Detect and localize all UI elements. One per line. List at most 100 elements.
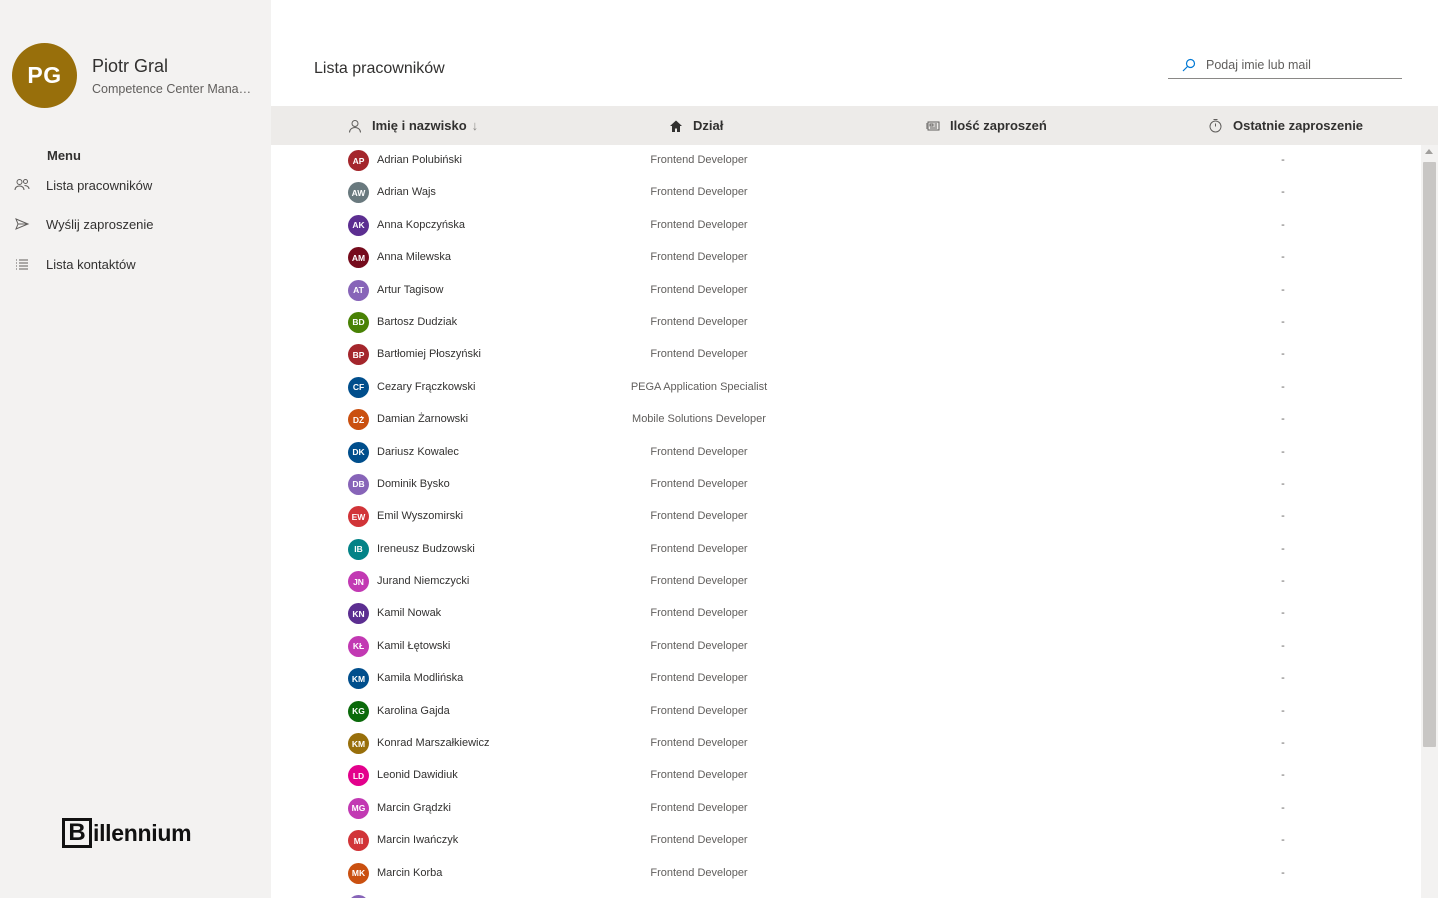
employee-department: Frontend Developer xyxy=(650,315,748,328)
column-header-last-invite[interactable]: Ostatnie zaproszenie xyxy=(1208,106,1363,145)
table-row[interactable]: DK Dariusz Kowalec Frontend Developer - xyxy=(271,437,1421,469)
table-row[interactable]: CF Cezary Frączkowski PEGA Application Spe… xyxy=(271,372,1421,404)
sidebar-item-lista-pracownikow[interactable]: Lista pracowników xyxy=(0,170,271,200)
sidebar-item-lista-kontaktow[interactable]: Lista kontaktów xyxy=(0,249,271,279)
table-row[interactable]: KŁ Kamil Łętowski Frontend Developer - xyxy=(271,631,1421,663)
last-invitation: - xyxy=(1281,251,1285,264)
avatar: BP xyxy=(348,344,369,366)
table-row[interactable]: KG Karolina Gajda Frontend Developer - xyxy=(271,696,1421,728)
column-header-label: Dział xyxy=(693,118,724,133)
table-row[interactable]: KM Kamila Modlińska Frontend Developer - xyxy=(271,663,1421,695)
column-header-dept[interactable]: Dział xyxy=(669,106,723,145)
employee-department: Frontend Developer xyxy=(650,834,748,847)
avatar: DB xyxy=(348,473,369,495)
employee-name: Kamila Modlińska xyxy=(377,672,464,685)
last-invitation: - xyxy=(1281,283,1285,296)
avatar: LD xyxy=(348,765,369,787)
employee-name: Ireneusz Budzowski xyxy=(377,542,475,555)
table-row[interactable]: BP Bartłomiej Płoszyński Frontend Develope… xyxy=(271,339,1421,371)
last-invitation: - xyxy=(1281,866,1285,879)
scroll-up-arrow-icon[interactable] xyxy=(1425,149,1433,154)
table-row[interactable]: KM Konrad Marszałkiewicz Frontend Develope… xyxy=(271,728,1421,760)
avatar: KG xyxy=(348,700,369,722)
table-row[interactable]: DB Dominik Bysko Frontend Developer - xyxy=(271,469,1421,501)
table-row[interactable]: DŻ Damian Żarnowski Mobile Solutions Devel… xyxy=(271,404,1421,436)
table-row[interactable]: MG Marcin Grądzki Frontend Developer - xyxy=(271,793,1421,825)
menu-heading: Menu xyxy=(47,148,81,163)
column-header-invites[interactable]: Ilość zaproszeń xyxy=(925,106,1047,145)
employee-department: Frontend Developer xyxy=(650,477,748,490)
search-icon xyxy=(1182,58,1196,72)
avatar: KŁ xyxy=(348,635,369,657)
table-row[interactable]: MK Marcin Korba Frontend Developer - xyxy=(271,858,1421,890)
avatar: KN xyxy=(348,603,369,625)
employee-department: Frontend Developer xyxy=(650,251,748,264)
last-invitation: - xyxy=(1281,413,1285,426)
last-invitation: - xyxy=(1281,477,1285,490)
table-row[interactable]: MI Marcin Iwańczyk Frontend Developer - xyxy=(271,825,1421,857)
avatar: MK xyxy=(348,862,369,884)
last-invitation: - xyxy=(1281,704,1285,717)
employee-name: Jurand Niemczycki xyxy=(377,575,470,588)
logo-mark: B xyxy=(62,818,92,848)
table-row[interactable]: EW Emil Wyszomirski Frontend Developer - xyxy=(271,501,1421,533)
table-row[interactable]: KN Kamil Nowak Frontend Developer - xyxy=(271,598,1421,630)
employee-name: Artur Tagisow xyxy=(377,283,444,296)
last-invitation: - xyxy=(1281,380,1285,393)
avatar: BD xyxy=(348,311,369,333)
last-invitation: - xyxy=(1281,834,1285,847)
employee-name: Adrian Wajs xyxy=(377,186,436,199)
last-invitation: - xyxy=(1281,769,1285,782)
employee-name: Adrian Polubiński xyxy=(377,154,462,166)
last-invitation: - xyxy=(1281,510,1285,523)
sort-descending-icon: ↓ xyxy=(471,118,479,133)
avatar: IB xyxy=(348,538,369,560)
last-invitation: - xyxy=(1281,672,1285,685)
last-invitation: - xyxy=(1281,154,1285,166)
table-row[interactable]: IB Ireneusz Budzowski Frontend Developer - xyxy=(271,534,1421,566)
employee-name: Dariusz Kowalec xyxy=(377,445,459,458)
sidebar-item-label: Lista kontaktów xyxy=(46,256,136,272)
employee-name: Konrad Marszałkiewicz xyxy=(377,737,490,750)
last-invitation: - xyxy=(1281,737,1285,750)
employee-name: Kamil Nowak xyxy=(377,607,442,620)
table-row[interactable]: BD Bartosz Dudziak Frontend Developer - xyxy=(271,307,1421,339)
sidebar: PG Piotr Gral Competence Center Manager … xyxy=(0,0,271,898)
employee-name: Bartosz Dudziak xyxy=(377,315,458,328)
table-row[interactable]: AT Artur Tagisow Frontend Developer - xyxy=(271,275,1421,307)
employee-name: Marcin Korba xyxy=(377,866,443,879)
table-row[interactable] xyxy=(271,890,1421,898)
send-icon xyxy=(12,216,32,232)
column-header-label: Ilość zaproszeń xyxy=(950,118,1047,133)
avatar: JN xyxy=(348,571,369,593)
logo-text: illennium xyxy=(93,819,192,846)
avatar: AM xyxy=(348,247,369,269)
page-title: Lista pracowników xyxy=(314,60,445,77)
user-role: Competence Center Manager xyxy=(92,82,252,96)
table-row[interactable]: AK Anna Kopczyńska Frontend Developer - xyxy=(271,210,1421,242)
scrollbar[interactable] xyxy=(1421,145,1438,898)
table-row[interactable]: AW Adrian Wajs Frontend Developer - xyxy=(271,177,1421,209)
employee-department: Frontend Developer xyxy=(650,575,748,588)
employee-name: Anna Kopczyńska xyxy=(377,218,466,231)
table-row[interactable]: AP Adrian Polubiński Frontend Developer - xyxy=(271,145,1421,177)
last-invitation: - xyxy=(1281,607,1285,620)
employee-name: Leonid Dawidiuk xyxy=(377,769,458,782)
search-input[interactable] xyxy=(1204,57,1398,73)
people-icon xyxy=(12,177,32,193)
employee-name: Damian Żarnowski xyxy=(377,413,469,426)
search-box[interactable] xyxy=(1168,52,1402,79)
avatar: CF xyxy=(348,376,369,398)
employee-name: Kamil Łętowski xyxy=(377,639,451,652)
avatar: AP xyxy=(348,150,369,171)
avatar: DK xyxy=(348,441,369,463)
last-invitation: - xyxy=(1281,542,1285,555)
employee-name: Karolina Gajda xyxy=(377,704,450,717)
scrollbar-thumb[interactable] xyxy=(1423,162,1436,747)
column-header-name[interactable]: Imię i nazwisko ↓ xyxy=(348,106,478,145)
sidebar-item-wyslij-zaproszenie[interactable]: Wyślij zaproszenie xyxy=(0,209,271,239)
table-row[interactable]: LD Leonid Dawidiuk Frontend Developer - xyxy=(271,760,1421,792)
table-row[interactable]: AM Anna Milewska Frontend Developer - xyxy=(271,242,1421,274)
table-row[interactable]: JN Jurand Niemczycki Frontend Developer - xyxy=(271,566,1421,598)
column-header-label: Imię i nazwisko xyxy=(372,118,467,133)
